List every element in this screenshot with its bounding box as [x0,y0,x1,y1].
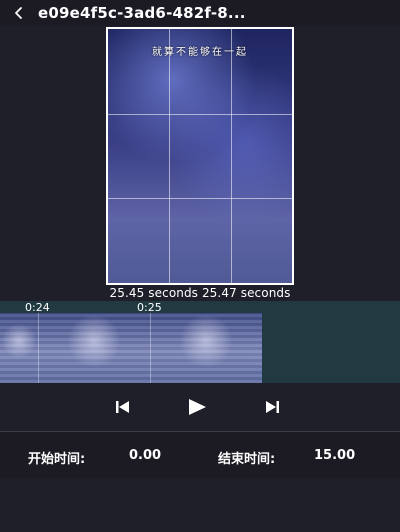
timeline[interactable]: 0:24 0:25 [0,301,400,383]
play-button[interactable] [185,395,209,419]
skip-previous-icon [116,401,129,413]
start-time-label: 开始时间: [28,452,86,467]
back-button[interactable] [0,0,38,26]
crop-grid-line [169,29,171,283]
crop-grid-line [230,29,232,283]
crop-grid-line [108,198,292,200]
thumbnail-strip[interactable] [0,313,262,383]
previous-button[interactable] [111,395,135,419]
chevron-left-icon [15,7,22,19]
thumbnail-frame [38,313,150,383]
end-time-value: 15.00 [314,448,356,463]
thumbnail-frame [150,313,262,383]
bottom-area [0,478,400,532]
thumbnail-divider [150,313,151,383]
preview-area: 就算不能够在一起 25.45 seconds 25.47 seconds [0,26,400,301]
time-readout: 25.45 seconds 25.47 seconds [109,286,291,300]
page-title: e09e4f5c-3ad6-482f-8... [38,4,246,22]
video-subtitle-text: 就算不能够在一起 [152,47,248,58]
end-time-label: 结束时间: [218,452,276,467]
video-preview-frame[interactable]: 就算不能够在一起 [106,27,294,285]
crop-grid-line [108,113,292,115]
trim-info-bar: 开始时间: 0.00 结束时间: 15.00 [0,432,400,478]
top-bar: e09e4f5c-3ad6-482f-8... [0,0,400,26]
next-button[interactable] [260,395,284,419]
video-trim-screen: e09e4f5c-3ad6-482f-8... 就算不能够在一起 25.45 s… [0,0,400,532]
thumbnail-divider [38,313,39,383]
start-time-value: 0.00 [129,448,162,463]
play-icon [189,399,206,415]
skip-next-icon [266,401,279,413]
thumbnail-frame [0,313,38,383]
playback-controls [0,383,400,431]
